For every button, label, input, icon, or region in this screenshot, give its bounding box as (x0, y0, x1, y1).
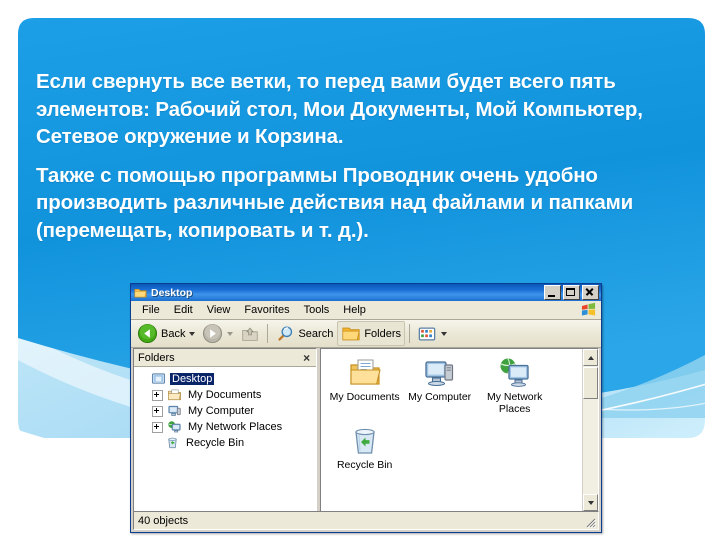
item-label: My Documents (329, 391, 400, 403)
expander-icon[interactable] (152, 405, 163, 417)
tree-item-label: My Computer (188, 405, 255, 417)
vertical-scrollbar[interactable] (582, 349, 598, 511)
content-pane[interactable]: My Documents My Computer My Network Plac… (320, 348, 599, 512)
status-text: 40 objects (138, 514, 189, 527)
recycle-bin-icon (354, 428, 375, 454)
tree-item-label: My Network Places (188, 421, 283, 433)
tree-item-label: Desktop (170, 373, 215, 385)
window-body: Folders × Desktop My Documents My Comput… (133, 348, 599, 512)
menu-item-favorites[interactable]: Favorites (237, 303, 296, 317)
search-button[interactable]: Search (272, 322, 336, 345)
views-grid-icon (418, 327, 436, 340)
my-computer-icon (425, 361, 453, 386)
scroll-up-button[interactable] (583, 349, 598, 366)
expander-placeholder (138, 375, 147, 384)
menu-item-file[interactable]: File (135, 303, 167, 317)
menu-item-view[interactable]: View (200, 303, 238, 317)
explorer-window: Desktop File Edit View Favorites Tools H… (130, 283, 602, 533)
list-item[interactable]: Recycle Bin (327, 425, 402, 471)
recycle-bin-icon (168, 437, 177, 449)
tree-item-my-computer[interactable]: My Computer (138, 403, 316, 419)
paragraph-2: Также с помощью программы Проводник очен… (36, 163, 634, 242)
folder-icon (134, 288, 147, 297)
forward-arrow-icon (203, 323, 223, 344)
list-item[interactable]: My Documents (327, 357, 402, 415)
minimize-icon[interactable] (544, 285, 561, 300)
tree-item-label: My Documents (188, 389, 262, 401)
paragraph-1: Если свернуть все ветки, то перед вами б… (36, 70, 643, 148)
tree-item-my-documents[interactable]: My Documents (138, 387, 316, 403)
chevron-up-icon (587, 355, 594, 360)
my-documents-icon (350, 359, 381, 385)
item-label: Recycle Bin (336, 459, 393, 471)
windows-flag-icon (581, 302, 596, 316)
back-label: Back (161, 327, 186, 340)
views-dropdown-icon[interactable] (441, 331, 448, 336)
menu-bar: File Edit View Favorites Tools Help (131, 301, 601, 320)
slide-canvas: Если свернуть все ветки, то перед вами б… (0, 0, 720, 540)
expander-icon[interactable] (152, 421, 163, 433)
folders-pane-close-icon[interactable]: × (301, 352, 312, 364)
item-label: My Network Places (486, 391, 543, 415)
search-label: Search (298, 327, 334, 340)
back-arrow-icon (137, 323, 158, 344)
folders-pane: Folders × Desktop My Documents My Comput… (133, 348, 318, 512)
desktop-icons-list: My Documents My Computer My Network Plac… (321, 349, 598, 481)
folders-tree: Desktop My Documents My Computer My Netw… (134, 367, 317, 511)
folders-pane-title: Folders (138, 351, 175, 364)
folders-button[interactable]: Folders (337, 321, 406, 346)
forward-button[interactable] (199, 322, 236, 345)
my-documents-icon (168, 389, 182, 401)
slide-text-block: Если свернуть все ветки, то перед вами б… (36, 68, 668, 251)
list-item[interactable]: My Computer (402, 357, 477, 415)
menu-item-help[interactable]: Help (336, 303, 373, 317)
back-button[interactable]: Back (134, 322, 198, 345)
back-dropdown-icon[interactable] (189, 331, 196, 336)
up-button[interactable] (237, 322, 263, 345)
list-item[interactable]: My Network Places (477, 357, 552, 415)
close-icon[interactable] (582, 285, 599, 300)
my-network-places-icon (500, 358, 529, 387)
expander-placeholder (152, 439, 161, 448)
menu-item-tools[interactable]: Tools (297, 303, 337, 317)
magnifier-icon (278, 326, 293, 341)
toolbar-separator-2 (409, 324, 411, 343)
folder-icon (342, 327, 360, 341)
maximize-icon[interactable] (563, 285, 580, 300)
toolbar: Back Search Folders (131, 320, 601, 348)
up-folder-icon (242, 327, 259, 341)
tree-item-desktop[interactable]: Desktop (138, 371, 316, 387)
window-title-bar[interactable]: Desktop (130, 283, 602, 301)
folders-pane-header: Folders × (134, 349, 317, 367)
window-title: Desktop (151, 286, 193, 299)
views-button[interactable] (414, 322, 450, 345)
chevron-down-icon (587, 500, 594, 505)
forward-dropdown-icon[interactable] (227, 331, 234, 336)
scrollbar-thumb[interactable] (583, 367, 598, 399)
my-computer-icon (168, 405, 181, 416)
scroll-down-button[interactable] (583, 494, 598, 511)
tree-item-recycle-bin[interactable]: Recycle Bin (138, 435, 316, 451)
tree-item-my-network-places[interactable]: My Network Places (138, 419, 316, 435)
status-bar: 40 objects (133, 511, 599, 530)
toolbar-separator-1 (267, 324, 269, 343)
desktop-icon (151, 373, 166, 384)
scrollbar-track[interactable] (583, 400, 598, 494)
expander-icon[interactable] (152, 389, 163, 401)
item-label: My Computer (408, 391, 472, 403)
menu-item-edit[interactable]: Edit (167, 303, 200, 317)
my-network-places-icon (168, 421, 181, 433)
resize-grip-icon[interactable] (584, 516, 596, 528)
window-controls (544, 285, 599, 300)
tree-item-label: Recycle Bin (186, 437, 245, 449)
folders-label: Folders (364, 327, 402, 340)
